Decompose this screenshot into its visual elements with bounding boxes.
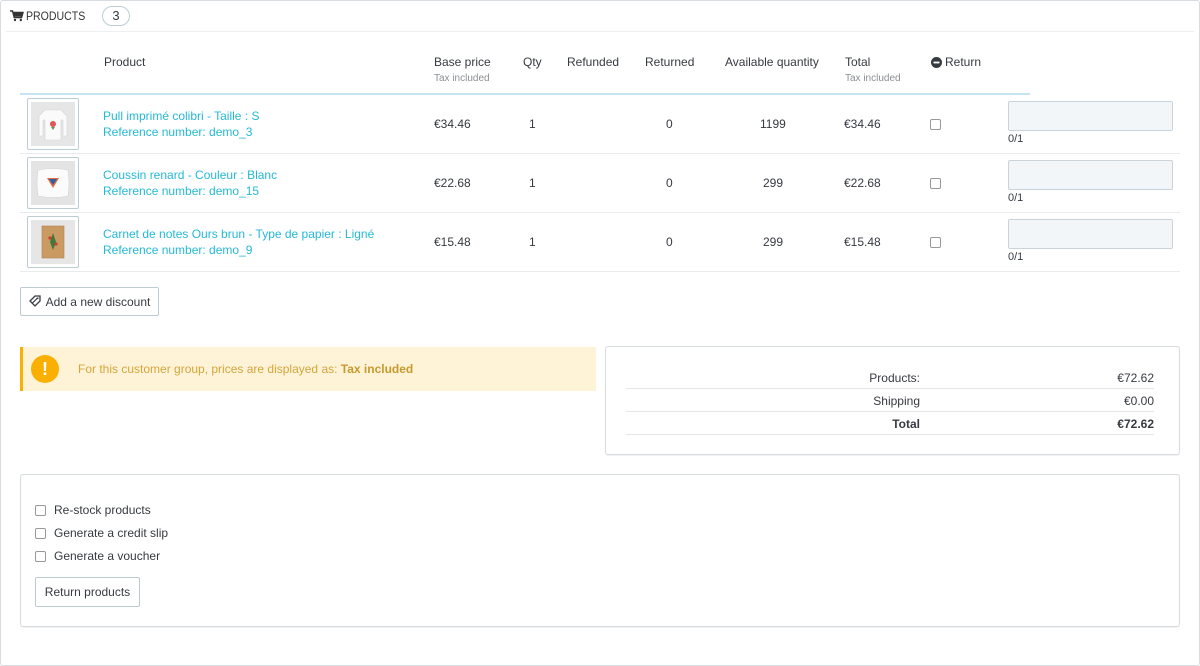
minus-circle-icon <box>931 56 942 68</box>
return-checkbox[interactable] <box>930 178 941 189</box>
col-return: Return <box>931 55 981 69</box>
product-link[interactable]: Carnet de notes Ours brun - Type de papi… <box>103 226 374 258</box>
shipping-value: €0.00 <box>1123 394 1154 408</box>
header-divider <box>6 31 1194 32</box>
tags-icon <box>28 295 41 307</box>
col-available-quantity: Available quantity <box>725 55 819 69</box>
table-row: Coussin renard - Couleur : Blanc Referen… <box>20 154 1180 213</box>
notebook-image <box>31 220 75 264</box>
return-quantity-count: 0/1 <box>1008 251 1024 263</box>
panel-header: Products 3 <box>10 6 130 26</box>
col-base-price-sub: Tax included <box>434 73 490 84</box>
tax-info-alert: ! For this customer group, prices are di… <box>20 347 596 391</box>
table-row: Carnet de notes Ours brun - Type de papi… <box>20 213 1180 272</box>
col-product: Product <box>104 55 146 69</box>
product-name[interactable]: Coussin renard - Couleur : Blanc <box>103 167 277 183</box>
total: €34.46 <box>844 117 881 131</box>
return-quantity-input[interactable] <box>1008 160 1173 190</box>
col-returned: Returned <box>645 55 695 69</box>
shipping-label: Shipping <box>873 394 920 408</box>
products-value: €72.62 <box>1117 371 1154 385</box>
base-price: €15.48 <box>434 235 471 249</box>
totals-row-products: Products: €72.62 <box>626 366 1154 389</box>
col-total-label: Total <box>845 55 871 69</box>
product-thumbnail[interactable] <box>27 216 79 268</box>
return-checkbox[interactable] <box>930 119 941 130</box>
alert-strong: Tax included <box>340 362 414 376</box>
restock-checkbox[interactable] <box>35 504 46 516</box>
base-price: €34.46 <box>434 117 471 131</box>
col-return-label: Return <box>945 55 982 69</box>
shopping-cart-icon <box>10 10 24 22</box>
returned: 0 <box>666 176 673 190</box>
available-quantity: 299 <box>763 176 784 190</box>
total: €15.48 <box>844 235 881 249</box>
product-name[interactable]: Carnet de notes Ours brun - Type de papi… <box>103 226 374 242</box>
col-base-price-label: Base price <box>434 55 491 69</box>
product-thumbnail[interactable] <box>27 157 79 209</box>
return-quantity-count: 0/1 <box>1008 192 1024 204</box>
voucher-option[interactable]: Generate a voucher <box>35 549 160 563</box>
available-quantity: 299 <box>763 235 784 249</box>
product-reference[interactable]: Reference number: demo_9 <box>103 242 374 258</box>
restock-option[interactable]: Re-stock products <box>35 503 151 517</box>
product-count-badge: 3 <box>102 6 130 26</box>
col-qty: Qty <box>523 55 542 69</box>
add-discount-button[interactable]: Add a new discount <box>20 287 159 316</box>
total: €22.68 <box>844 176 881 190</box>
return-products-button[interactable]: Return products <box>35 577 140 607</box>
add-discount-label: Add a new discount <box>45 294 151 309</box>
col-total-sub: Tax included <box>845 73 901 84</box>
qty: 1 <box>529 176 536 190</box>
product-reference[interactable]: Reference number: demo_3 <box>103 124 260 140</box>
totals-panel: Products: €72.62 Shipping €0.00 Total €7… <box>605 346 1180 455</box>
product-reference[interactable]: Reference number: demo_15 <box>103 183 277 199</box>
return-options-panel: Re-stock products Generate a credit slip… <box>20 474 1180 627</box>
return-checkbox[interactable] <box>930 237 941 248</box>
qty: 1 <box>529 235 536 249</box>
returned: 0 <box>666 117 673 131</box>
total-value: €72.62 <box>1117 417 1154 431</box>
available-quantity: 1199 <box>760 117 786 131</box>
return-quantity-input[interactable] <box>1008 219 1173 249</box>
product-link[interactable]: Pull imprimé colibri - Taille : S Refere… <box>103 108 260 140</box>
product-name[interactable]: Pull imprimé colibri - Taille : S <box>103 108 260 124</box>
col-refunded: Refunded <box>567 55 620 69</box>
product-thumbnail[interactable] <box>27 98 79 150</box>
products-label: Products: <box>869 371 920 385</box>
product-link[interactable]: Coussin renard - Couleur : Blanc Referen… <box>103 167 277 199</box>
panel-title: Products <box>26 9 86 23</box>
voucher-checkbox[interactable] <box>35 550 46 562</box>
returned: 0 <box>666 235 673 249</box>
cushion-image <box>31 161 75 205</box>
alert-message: For this customer group, prices are disp… <box>78 362 341 376</box>
totals-row-shipping: Shipping €0.00 <box>626 389 1154 412</box>
col-base-price: Base price Tax included <box>434 55 491 84</box>
voucher-label[interactable]: Generate a voucher <box>54 549 160 563</box>
qty: 1 <box>529 117 536 131</box>
credit-slip-label[interactable]: Generate a credit slip <box>54 526 168 540</box>
alert-text: For this customer group, prices are disp… <box>78 362 413 376</box>
return-quantity-count: 0/1 <box>1008 133 1024 145</box>
credit-slip-option[interactable]: Generate a credit slip <box>35 526 168 540</box>
warning-icon: ! <box>31 355 59 383</box>
total-label: Total <box>892 417 920 431</box>
col-total: Total Tax included <box>845 55 901 84</box>
restock-label[interactable]: Re-stock products <box>54 503 151 517</box>
return-quantity-input[interactable] <box>1008 101 1173 131</box>
totals-row-total: Total €72.62 <box>626 412 1154 435</box>
sweater-image <box>31 102 75 146</box>
base-price: €22.68 <box>434 176 471 190</box>
table-row: Pull imprimé colibri - Taille : S Refere… <box>20 95 1180 154</box>
credit-slip-checkbox[interactable] <box>35 527 46 539</box>
